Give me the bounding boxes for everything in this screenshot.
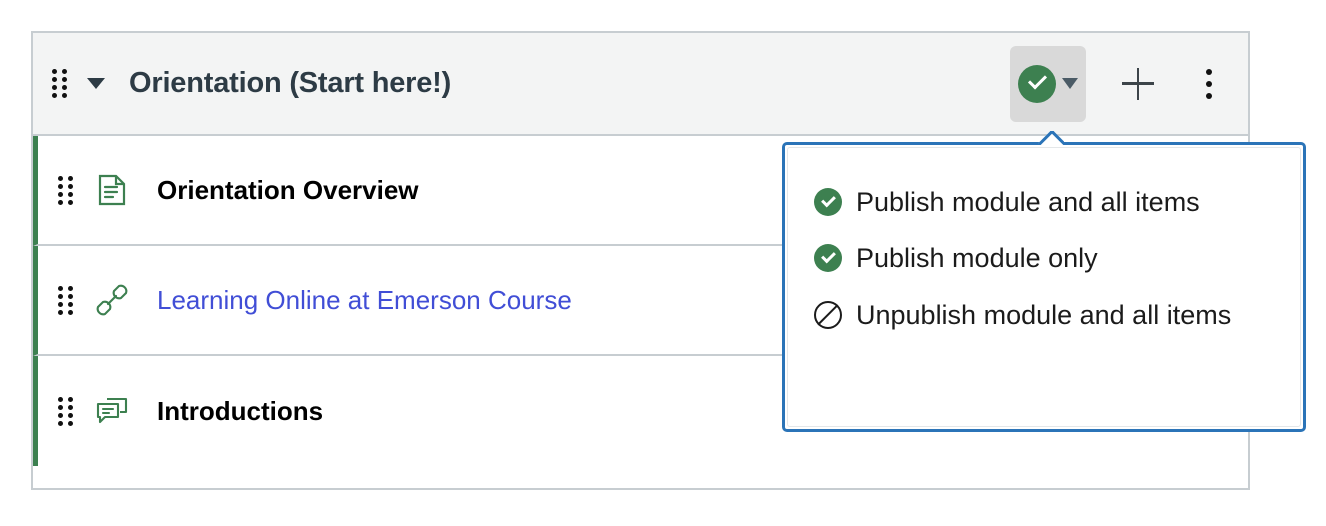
menu-item-label: Publish module and all items	[856, 187, 1200, 217]
drag-dot	[61, 77, 67, 82]
chevron-down-icon[interactable]	[87, 78, 105, 89]
drag-dot	[67, 191, 73, 197]
module-header-actions	[1010, 45, 1230, 122]
drag-dot	[67, 404, 73, 410]
drag-dot	[57, 285, 63, 291]
drag-dot	[61, 93, 67, 98]
menu-item-label: Unpublish module and all items	[856, 299, 1232, 330]
add-item-button[interactable]	[1110, 56, 1166, 112]
item-title[interactable]: Introductions	[157, 396, 323, 427]
item-drag-handle-icon[interactable]	[57, 396, 73, 426]
publish-split-button[interactable]	[1010, 45, 1086, 122]
module-drag-handle-icon[interactable]	[51, 69, 67, 98]
module-title: Orientation (Start here!)	[129, 67, 452, 99]
drag-dot	[57, 412, 63, 418]
drag-dot	[67, 199, 73, 205]
drag-dot	[51, 85, 57, 90]
document-icon	[95, 173, 129, 207]
menu-item-publish-module-and-all-items[interactable]: Publish module and all items	[810, 174, 1278, 230]
drag-dot	[67, 301, 73, 307]
menu-item-publish-module-only[interactable]: Publish module only	[810, 230, 1278, 286]
drag-dot	[57, 293, 63, 299]
drag-dot	[57, 175, 63, 181]
unpublished-ban-icon	[814, 300, 842, 329]
item-drag-handle-icon[interactable]	[57, 285, 73, 315]
drag-dot	[57, 183, 63, 189]
item-drag-handle-icon[interactable]	[57, 175, 73, 205]
publish-options-menu-list: Publish module and all items Publish mod…	[787, 147, 1301, 427]
publish-options-menu: Publish module and all items Publish mod…	[782, 142, 1306, 432]
drag-dot	[67, 309, 73, 315]
drag-dot	[51, 93, 57, 98]
kebab-dot	[1206, 68, 1212, 75]
drag-dot	[61, 85, 67, 90]
drag-dot	[67, 293, 73, 299]
drag-dot	[57, 420, 63, 426]
link-icon	[95, 283, 129, 317]
kebab-dot	[1206, 92, 1212, 99]
drag-dot	[57, 309, 63, 315]
drag-dot	[67, 175, 73, 181]
menu-item-unpublish-module-and-all-items[interactable]: Unpublish module and all items	[810, 287, 1278, 343]
published-check-icon	[1018, 64, 1056, 103]
discussion-icon	[95, 394, 129, 428]
drag-dot	[57, 404, 63, 410]
module-options-button[interactable]	[1188, 56, 1230, 112]
item-title[interactable]: Learning Online at Emerson Course	[157, 285, 572, 316]
item-title[interactable]: Orientation Overview	[157, 175, 419, 206]
drag-dot	[67, 285, 73, 291]
published-check-icon	[814, 188, 842, 216]
drag-dot	[57, 396, 63, 402]
module-header: Orientation (Start here!)	[33, 33, 1248, 136]
published-check-icon	[814, 244, 842, 273]
drag-dot	[67, 183, 73, 189]
chevron-down-icon	[1062, 78, 1078, 89]
drag-dot	[67, 420, 73, 426]
drag-dot	[51, 77, 57, 82]
drag-dot	[61, 69, 67, 74]
kebab-dot	[1206, 80, 1212, 87]
drag-dot	[51, 69, 57, 74]
drag-dot	[67, 412, 73, 418]
drag-dot	[57, 199, 63, 205]
drag-dot	[67, 396, 73, 402]
drag-dot	[57, 191, 63, 197]
drag-dot	[57, 301, 63, 307]
menu-item-label: Publish module only	[856, 243, 1098, 274]
menu-pointer-arrow	[1038, 131, 1064, 145]
